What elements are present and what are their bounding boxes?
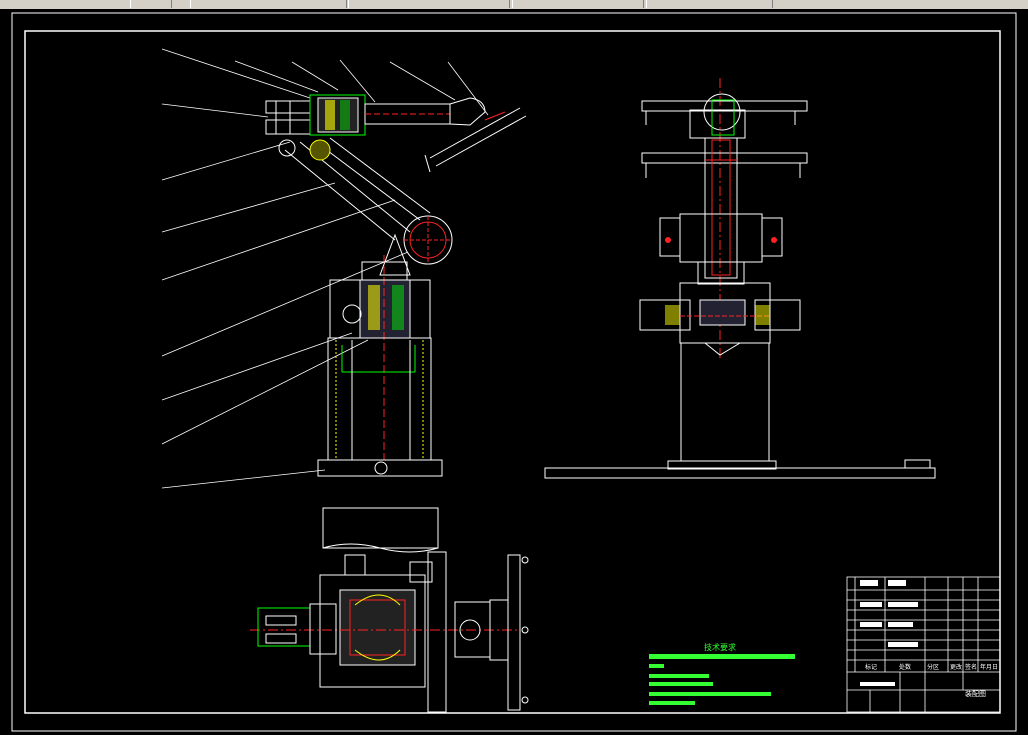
toolbar-dropdown[interactable] bbox=[646, 0, 773, 8]
title-block-label: 处数 bbox=[899, 663, 911, 671]
tech-requirement-line bbox=[649, 664, 664, 668]
tech-requirement-line bbox=[649, 682, 713, 686]
title-block-label: 标记 bbox=[865, 663, 877, 671]
drawing-inner-border bbox=[24, 30, 1001, 714]
tech-requirements-title: 技术要求 bbox=[704, 642, 736, 652]
title-block-label: 分区 bbox=[927, 663, 939, 671]
tech-requirement-line bbox=[649, 701, 695, 705]
title-block-label: 年月日 bbox=[980, 663, 998, 671]
title-block-label: 更改 bbox=[950, 663, 962, 671]
toolbar-dropdown[interactable] bbox=[348, 0, 510, 8]
assembly-drawing: 技术要求 标记 处数 分区 更改 签名 年月日 装配图 bbox=[11, 12, 1017, 732]
top-view bbox=[250, 507, 529, 713]
toolbar-dropdown[interactable] bbox=[190, 0, 347, 8]
drawing-canvas[interactable]: 技术要求 标记 处数 分区 更改 签名 年月日 装配图 bbox=[0, 9, 1028, 735]
front-view bbox=[161, 48, 527, 489]
toolbar-dropdown[interactable] bbox=[512, 0, 644, 8]
tech-requirement-line bbox=[649, 692, 771, 696]
side-view bbox=[544, 78, 936, 479]
tech-requirement-line bbox=[649, 654, 795, 659]
tech-requirements: 技术要求 bbox=[649, 642, 795, 705]
title-block-drawing-name: 装配图 bbox=[965, 689, 986, 698]
toolbar-button[interactable] bbox=[130, 0, 172, 8]
tech-requirement-line bbox=[649, 674, 709, 678]
title-block-label: 签名 bbox=[965, 663, 977, 671]
